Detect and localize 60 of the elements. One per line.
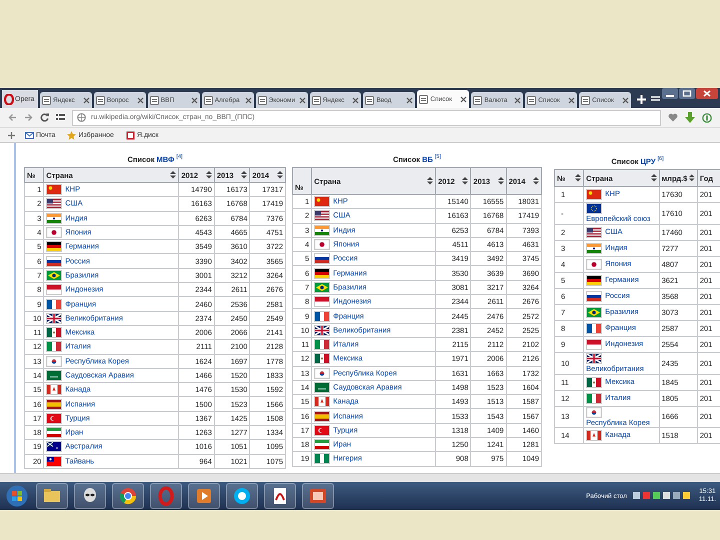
page-icon	[150, 96, 159, 104]
sort-icon[interactable]	[277, 171, 283, 179]
windows-logo-icon	[6, 485, 28, 507]
page-icon	[312, 96, 321, 104]
horizontal-scrollbar[interactable]	[0, 473, 720, 482]
star-icon	[67, 130, 76, 140]
minimize-icon[interactable]	[662, 88, 678, 99]
square-icon	[126, 130, 135, 140]
close-icon[interactable]	[568, 96, 576, 104]
extension-icon[interactable]	[702, 112, 712, 122]
tabs-grid-icon[interactable]	[56, 113, 65, 122]
sort-icon[interactable]	[689, 174, 695, 182]
opera-logo-icon	[4, 94, 14, 104]
sort-icon[interactable]	[462, 177, 468, 185]
close-icon[interactable]	[514, 96, 522, 104]
footnote-link[interactable]: [5]	[434, 155, 441, 160]
close-icon[interactable]	[244, 96, 252, 104]
sort-icon[interactable]	[650, 174, 657, 182]
close-icon[interactable]	[136, 96, 144, 104]
back-icon[interactable]	[8, 113, 17, 122]
page-icon	[258, 96, 267, 104]
menu-icon[interactable]	[651, 94, 660, 104]
sort-icon[interactable]	[170, 171, 176, 179]
close-icon[interactable]	[406, 96, 414, 104]
sort-icon[interactable]	[533, 177, 539, 185]
sort-icon[interactable]	[241, 171, 248, 179]
page-icon	[365, 96, 374, 104]
page-icon	[42, 96, 51, 104]
close-icon[interactable]	[696, 88, 718, 99]
presentation-icon[interactable]	[308, 486, 328, 506]
heart-icon[interactable]	[668, 113, 678, 122]
browser-icon[interactable]	[118, 486, 138, 506]
sort-icon[interactable]	[575, 174, 582, 182]
page-icon	[527, 96, 536, 104]
tray-icons-drawing[interactable]	[632, 491, 693, 501]
close-icon[interactable]	[298, 96, 306, 104]
sort-icon[interactable]	[498, 177, 504, 185]
sort-icon[interactable]	[206, 171, 212, 179]
close-icon[interactable]	[352, 96, 360, 104]
chat-icon[interactable]	[232, 486, 252, 506]
sort-icon[interactable]	[427, 177, 434, 185]
page-icon	[581, 96, 590, 104]
download-icon[interactable]	[685, 112, 695, 123]
start-button[interactable]	[4, 483, 30, 509]
footnote-link[interactable]: [4]	[176, 155, 183, 160]
close-icon[interactable]	[190, 96, 198, 104]
page-icon	[204, 96, 213, 104]
media-player-icon[interactable]	[194, 486, 214, 506]
close-icon[interactable]	[82, 96, 90, 104]
footnote-link[interactable]: [6]	[658, 157, 664, 162]
reload-icon[interactable]	[40, 113, 49, 122]
page-icon	[419, 94, 428, 104]
globe-icon	[77, 113, 86, 122]
close-icon[interactable]	[460, 96, 468, 102]
close-icon[interactable]	[622, 96, 630, 104]
page-icon	[473, 96, 482, 104]
forward-icon[interactable]	[24, 113, 33, 122]
mail-icon	[25, 130, 34, 140]
restore-icon[interactable]	[679, 88, 696, 99]
page-icon	[96, 96, 105, 104]
